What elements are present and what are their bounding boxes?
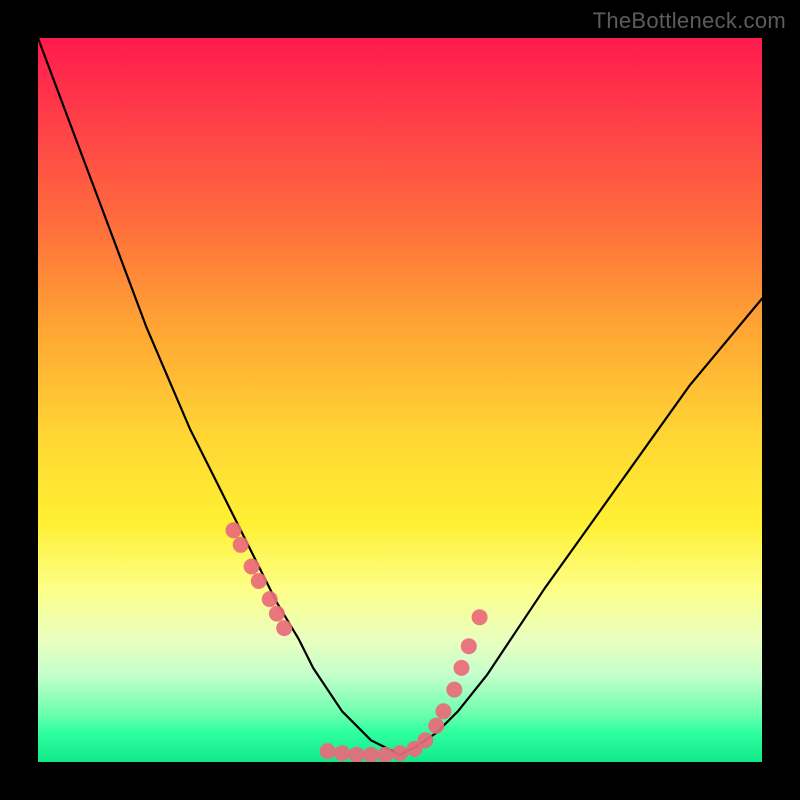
data-point (349, 747, 365, 762)
data-point (233, 537, 249, 553)
data-point (363, 747, 379, 762)
chart-svg (38, 38, 762, 762)
data-point (435, 703, 451, 719)
data-point (251, 573, 267, 589)
bottleneck-curve (38, 38, 762, 755)
data-point-markers (226, 522, 488, 762)
data-point (226, 522, 242, 538)
data-point (320, 743, 336, 759)
data-point (262, 591, 278, 607)
data-point (378, 747, 394, 762)
data-point (276, 620, 292, 636)
data-point (334, 745, 350, 761)
watermark: TheBottleneck.com (593, 8, 786, 34)
data-point (428, 718, 444, 734)
data-point (446, 682, 462, 698)
data-point (407, 741, 423, 757)
data-point (461, 638, 477, 654)
data-point (392, 745, 408, 761)
plot-area (38, 38, 762, 762)
data-point (472, 609, 488, 625)
data-point (454, 660, 470, 676)
data-point (269, 606, 285, 622)
data-point (417, 732, 433, 748)
data-point (244, 559, 260, 575)
